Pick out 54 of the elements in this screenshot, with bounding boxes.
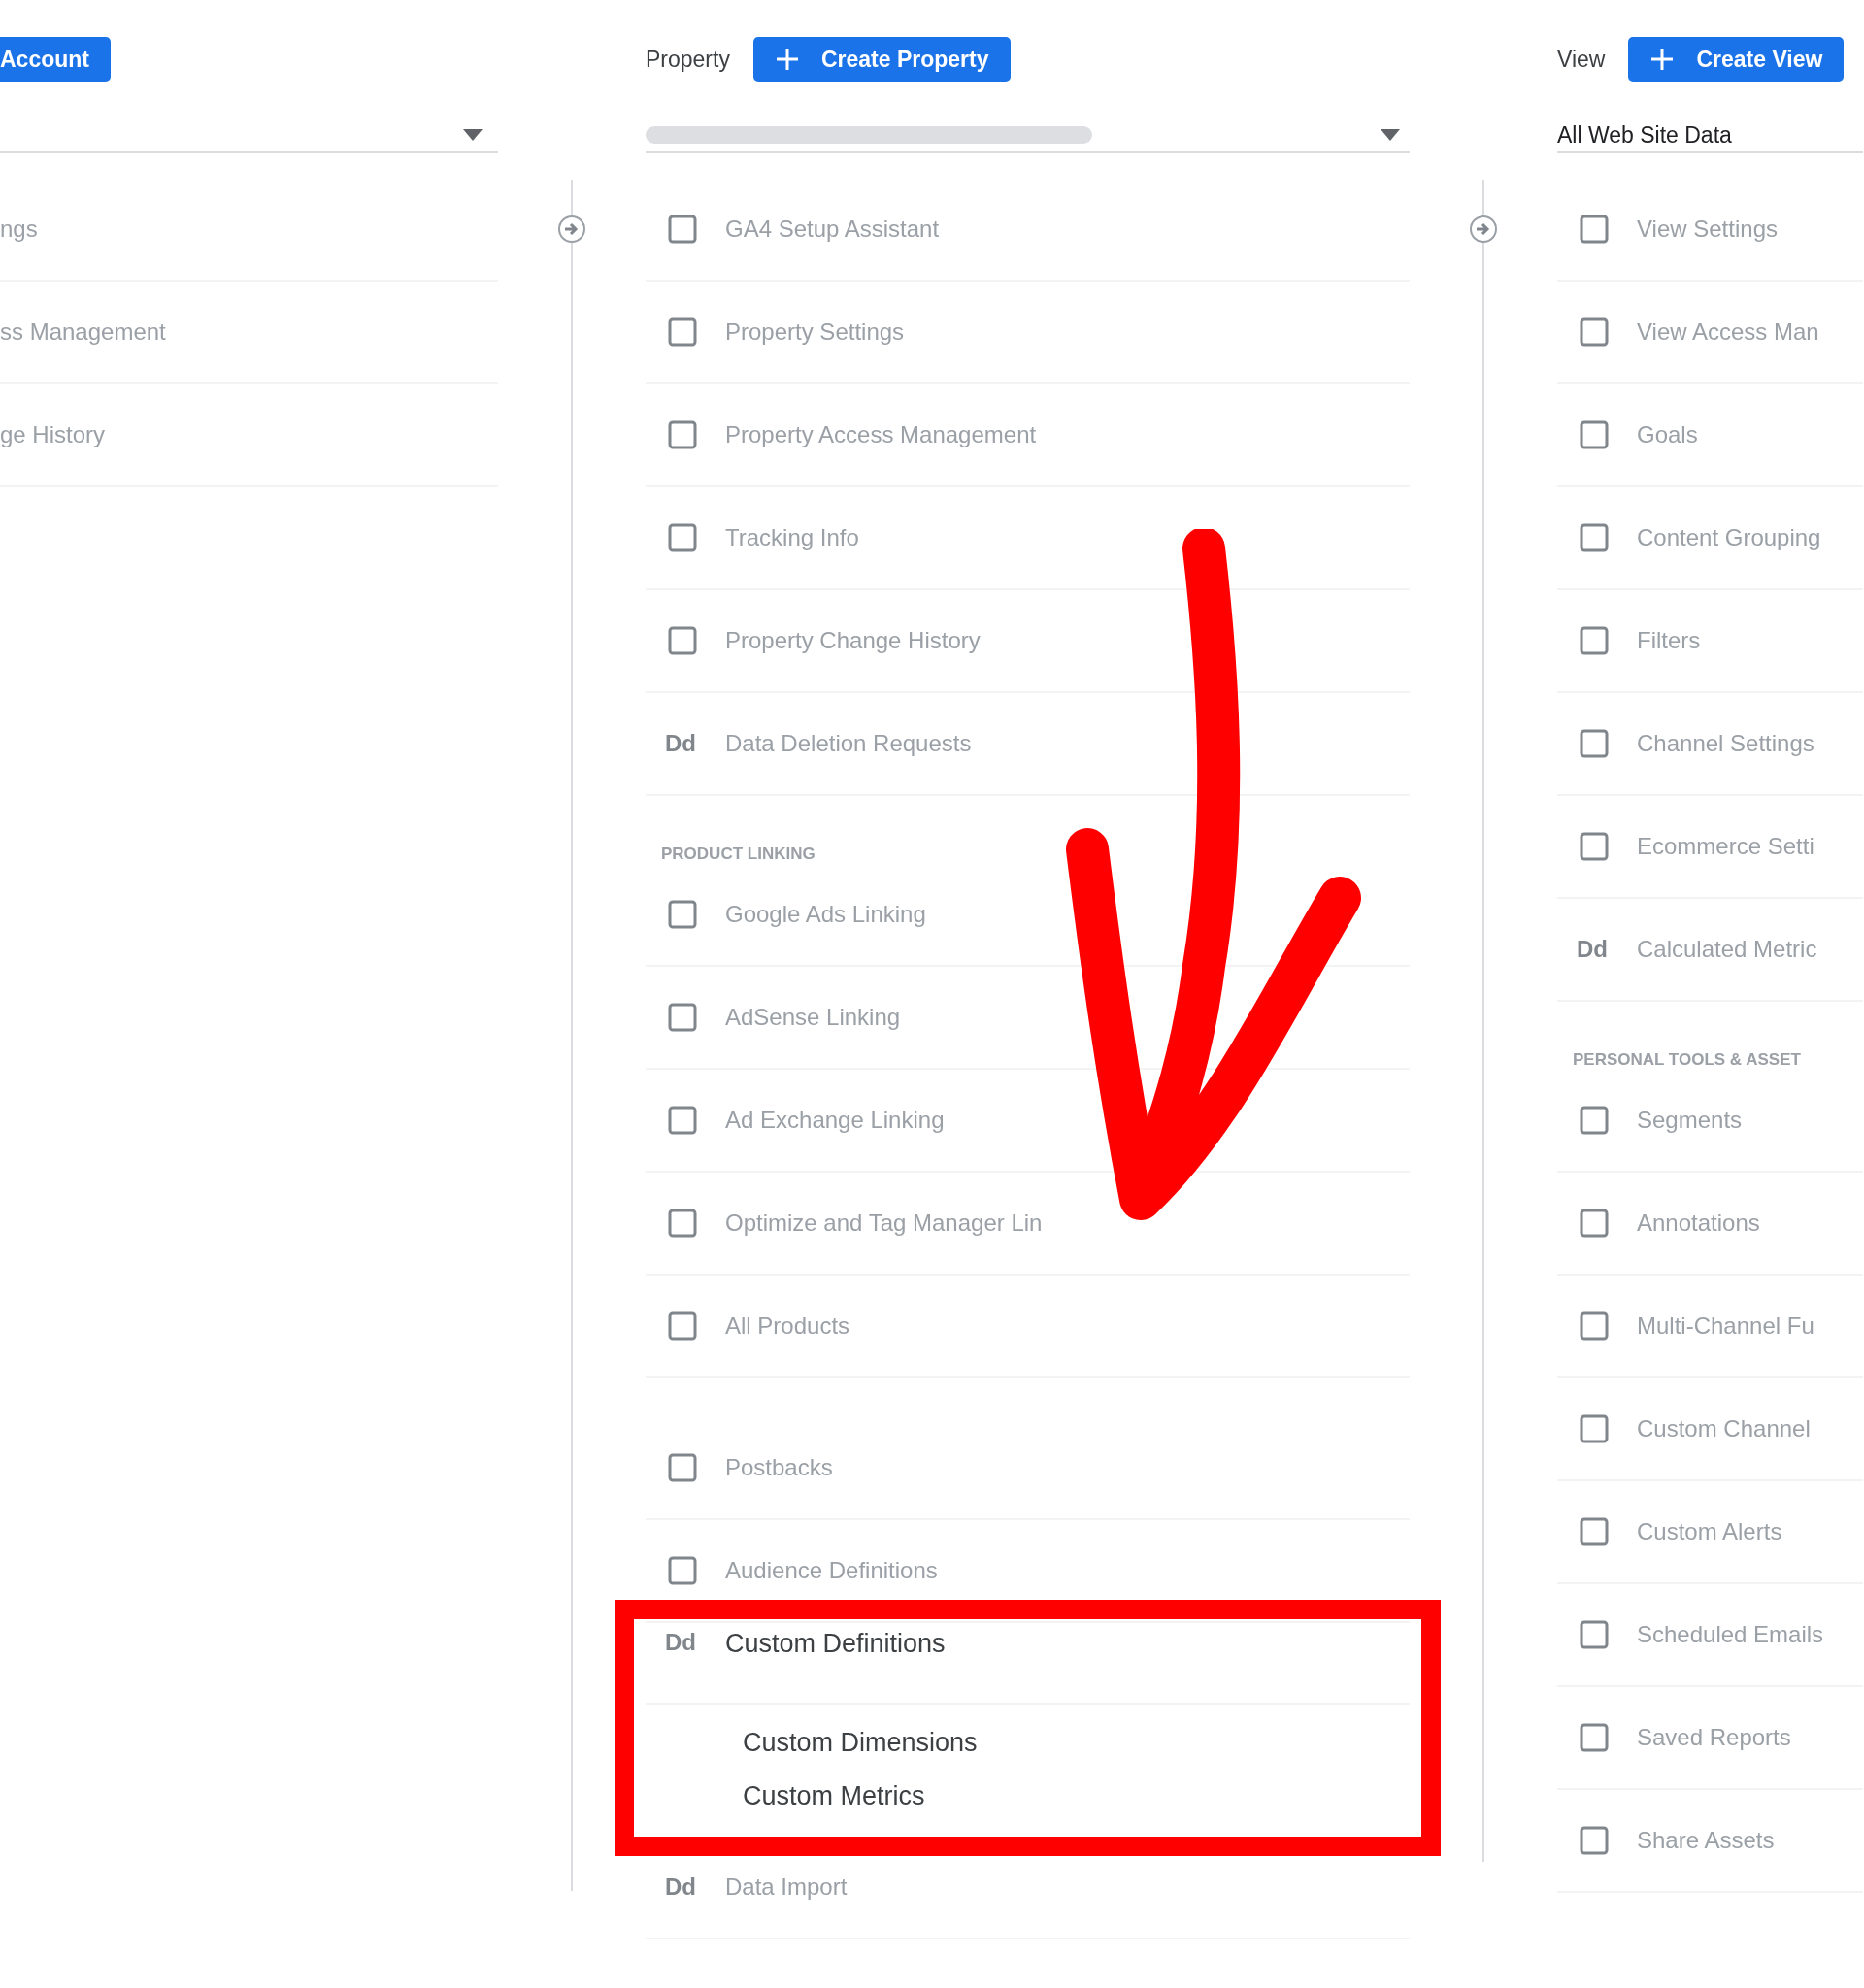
submenu-item[interactable]: Custom Metrics [743,1781,1410,1811]
menu-item[interactable]: Postbacks [725,1454,833,1481]
menu-item[interactable]: Data Import [725,1873,848,1901]
menu-item[interactable]: View Access Man [1637,318,1819,346]
dd-icon: Dd [665,730,700,757]
menu-item[interactable]: ngs [0,215,38,243]
menu-item[interactable]: Property Access Management [725,421,1037,448]
dropdown-caret-icon [463,129,483,141]
create-property-button[interactable]: Create Property [752,37,1011,82]
dropdown-caret-icon [1381,129,1400,141]
menu-item[interactable]: Data Deletion Requests [725,730,972,757]
menu-item[interactable]: ss Management [0,318,166,346]
menu-item[interactable]: Calculated Metric [1637,936,1817,963]
menu-item[interactable]: Audience Definitions [725,1557,938,1584]
section-heading: PRODUCT LINKING [661,845,816,864]
column-label: Property [646,46,730,73]
menu-item[interactable]: Google Ads Linking [725,901,926,928]
menu-item[interactable]: Property Settings [725,318,905,346]
section-heading: PERSONAL TOOLS & ASSET [1573,1050,1801,1070]
column-label: View [1557,46,1606,73]
menu-item[interactable]: Ad Exchange Linking [725,1107,945,1134]
menu-item[interactable]: All Products [725,1312,850,1340]
menu-item[interactable]: Goals [1637,421,1698,448]
arrow-circle-icon[interactable] [1469,215,1498,244]
view-selector[interactable]: All Web Site Data [1557,118,1863,153]
menu-item[interactable]: Multi-Channel Fu [1637,1312,1814,1340]
create-view-button[interactable]: Create View [1628,37,1845,82]
menu-item[interactable]: Custom Alerts [1637,1518,1782,1545]
menu-item[interactable]: Filters [1637,627,1701,654]
menu-item[interactable]: Channel Settings [1637,730,1814,757]
menu-item[interactable]: Ecommerce Setti [1637,833,1814,860]
menu-item[interactable]: Segments [1637,1107,1743,1134]
menu-item[interactable]: Scheduled Emails [1637,1621,1824,1648]
dd-icon: Dd [665,1629,700,1656]
create-account-button[interactable]: Account [0,37,111,82]
plus-icon [1649,47,1676,72]
menu-item[interactable]: View Settings [1637,215,1778,243]
menu-item[interactable]: Custom Channel [1637,1415,1811,1442]
menu-item[interactable]: Custom Definitions [725,1629,946,1659]
dd-icon: Dd [1577,936,1612,963]
menu-item[interactable]: Property Change History [725,627,981,654]
menu-item[interactable]: ge History [0,421,106,448]
submenu-item[interactable]: Custom Dimensions [743,1728,1410,1758]
menu-item[interactable]: Share Assets [1637,1827,1775,1854]
menu-item[interactable]: Tracking Info [725,524,859,551]
menu-item[interactable]: GA4 Setup Assistant [725,215,940,243]
menu-item[interactable]: Content Grouping [1637,524,1821,551]
menu-item[interactable]: AdSense Linking [725,1004,901,1031]
menu-item[interactable]: Optimize and Tag Manager Lin [725,1209,1043,1237]
dd-icon: Dd [665,1873,700,1901]
menu-item[interactable]: Saved Reports [1637,1724,1791,1751]
plus-icon [774,47,800,72]
menu-item[interactable]: Annotations [1637,1209,1760,1237]
arrow-circle-icon[interactable] [557,215,586,244]
